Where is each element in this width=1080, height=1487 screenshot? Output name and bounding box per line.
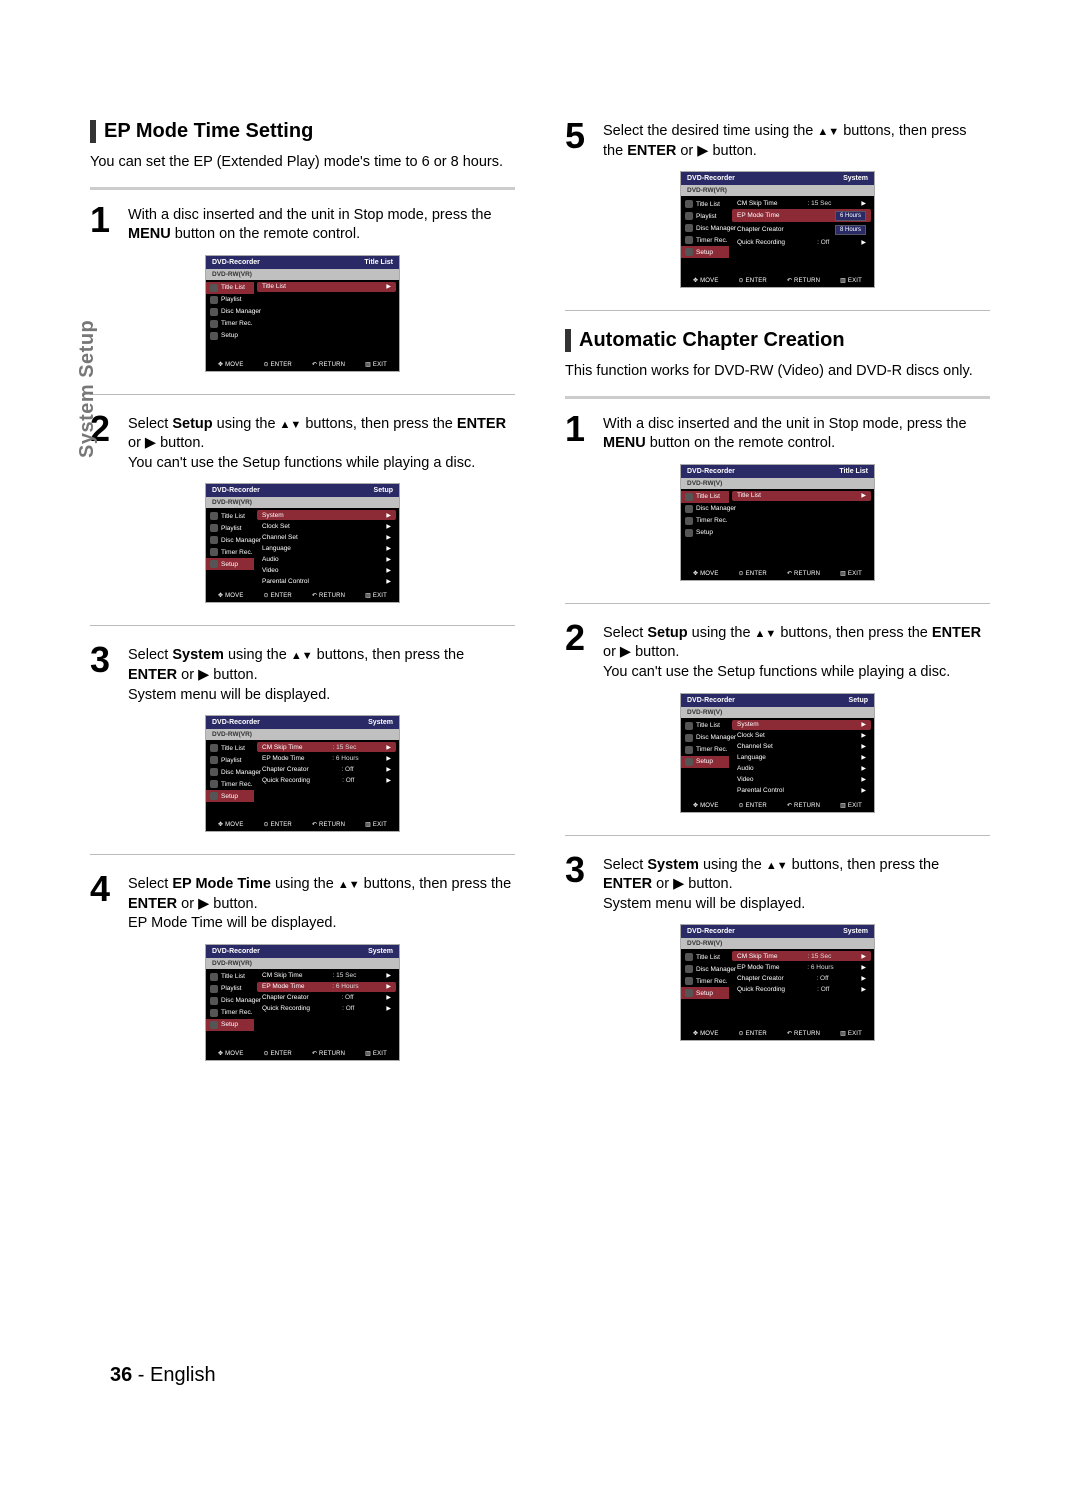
osd-epmode: DVD-RecorderSystem DVD-RW(VR) Title List…	[205, 944, 400, 1061]
left-column: EP Mode Time Setting You can set the EP …	[90, 120, 515, 1065]
r-step-1: 1 With a disc inserted and the unit in S…	[565, 413, 990, 454]
heading-ep-mode: EP Mode Time Setting	[90, 120, 515, 143]
r-step-2: 2 Select Setup using the ▲▼ buttons, the…	[565, 622, 990, 683]
separator	[565, 396, 990, 399]
step-3: 3 Select System using the ▲▼ buttons, th…	[90, 644, 515, 705]
step-1: 1 With a disc inserted and the unit in S…	[90, 204, 515, 245]
step-text: Select Setup using the ▲▼ buttons, then …	[128, 413, 515, 474]
separator	[90, 187, 515, 190]
page-footer: 36 - English	[110, 1364, 216, 1387]
r-step-3: 3 Select System using the ▲▼ buttons, th…	[565, 854, 990, 915]
side-tab-label: System Setup	[76, 320, 99, 458]
divider	[565, 835, 990, 836]
step-text: With a disc inserted and the unit in Sto…	[128, 204, 515, 245]
osd-system: DVD-RecorderSystem DVD-RW(VR) Title List…	[205, 715, 400, 832]
osd-titlelist-v: DVD-RecorderTitle List DVD-RW(V) Title L…	[680, 464, 875, 581]
heading-auto-chapter: Automatic Chapter Creation	[565, 329, 990, 352]
intro-auto: This function works for DVD-RW (Video) a…	[565, 362, 990, 382]
step-4: 4 Select EP Mode Time using the ▲▼ butto…	[90, 873, 515, 934]
step-2: 2 Select Setup using the ▲▼ buttons, the…	[90, 413, 515, 474]
divider	[565, 310, 990, 311]
divider	[90, 394, 515, 395]
divider	[90, 625, 515, 626]
osd-system-v: DVD-RecorderSystem DVD-RW(V) Title List …	[680, 924, 875, 1041]
osd-setup-v: DVD-RecorderSetup DVD-RW(V) Title List D…	[680, 693, 875, 813]
step-number: 1	[90, 204, 118, 245]
osd-setup: DVD-RecorderSetup DVD-RW(VR) Title List …	[205, 483, 400, 603]
osd-ep-dropdown: DVD-RecorderSystem DVD-RW(VR) Title List…	[680, 171, 875, 288]
intro-ep: You can set the EP (Extended Play) mode'…	[90, 153, 515, 173]
right-column: 5 Select the desired time using the ▲▼ b…	[565, 120, 990, 1065]
osd-titlelist: DVD-RecorderTitle List DVD-RW(VR) Title …	[205, 255, 400, 372]
divider	[90, 854, 515, 855]
divider	[565, 603, 990, 604]
step-5: 5 Select the desired time using the ▲▼ b…	[565, 120, 990, 161]
